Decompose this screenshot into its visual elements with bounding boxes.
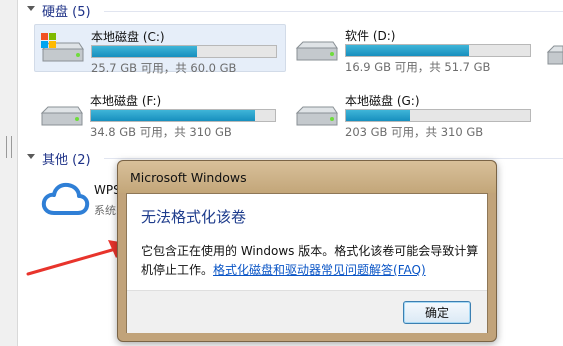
hard-drive-icon	[40, 106, 83, 126]
drive-usage-fill	[91, 110, 255, 121]
group-header-hard-disks[interactable]: 硬盘 (5)	[26, 1, 91, 20]
drive-name: 软件 (D:)	[345, 29, 396, 43]
dialog-message: 它包含正在使用的 Windows 版本。格式化该卷可能会导致计算机停止工作。格式…	[141, 242, 481, 280]
chevron-down-icon[interactable]	[26, 5, 36, 15]
format-error-dialog: Microsoft Windows 无法格式化该卷 它包含正在使用的 Windo…	[117, 160, 497, 342]
hard-drive-icon	[295, 41, 338, 61]
dialog-content: 无法格式化该卷 它包含正在使用的 Windows 版本。格式化该卷可能会导致计算…	[127, 194, 487, 290]
ok-button[interactable]: 确定	[403, 301, 471, 324]
wps-item-sub: 系统	[94, 204, 116, 217]
group-divider	[104, 158, 563, 159]
group-label: 其他 (2)	[42, 152, 91, 168]
wps-cloud-icon	[41, 182, 90, 215]
drive-usage-bar	[91, 45, 277, 58]
group-label: 硬盘 (5)	[42, 4, 91, 20]
hard-drive-icon	[295, 106, 338, 126]
drive-usage-fill	[92, 46, 197, 57]
dialog-titlebar[interactable]: Microsoft Windows	[118, 161, 496, 193]
hard-drive-windows-icon	[41, 33, 84, 62]
group-header-other[interactable]: 其他 (2)	[26, 149, 91, 168]
drive-usage-fill	[346, 110, 411, 121]
drive-name: 本地磁盘 (F:)	[90, 94, 162, 108]
dialog-heading: 无法格式化该卷	[141, 208, 247, 226]
drive-space-info: 25.7 GB 可用，共 60.0 GB	[91, 61, 237, 75]
group-divider	[104, 11, 563, 12]
left-scrollbar[interactable]	[0, 0, 18, 346]
dialog-title: Microsoft Windows	[130, 170, 247, 185]
drive-d[interactable]: 软件 (D:) 16.9 GB 可用，共 51.7 GB	[289, 24, 541, 74]
drive-name: 本地磁盘 (C:)	[91, 30, 165, 44]
drive-usage-bar	[90, 109, 276, 122]
drive-g[interactable]: 本地磁盘 (G:) 203 GB 可用，共 310 GB	[289, 89, 541, 139]
drive-f[interactable]: 本地磁盘 (F:) 34.8 GB 可用，共 310 GB	[34, 89, 286, 139]
drive-c[interactable]: 本地磁盘 (C:) 25.7 GB 可用，共 60.0 GB	[34, 24, 286, 75]
scrollbar-grip[interactable]	[6, 136, 12, 158]
dialog-client: 无法格式化该卷 它包含正在使用的 Windows 版本。格式化该卷可能会导致计算…	[126, 193, 488, 333]
faq-link[interactable]: 格式化磁盘和驱动器常见问题解答(FAQ)	[213, 263, 426, 277]
drive-usage-fill	[346, 45, 470, 56]
chevron-down-icon[interactable]	[26, 153, 36, 163]
drive-space-info: 203 GB 可用，共 310 GB	[345, 125, 484, 139]
drive-space-info: 16.9 GB 可用，共 51.7 GB	[345, 60, 491, 74]
drive-usage-bar	[345, 44, 531, 57]
drive-name: 本地磁盘 (G:)	[345, 94, 420, 108]
hard-drive-icon	[546, 45, 563, 65]
drive-space-info: 34.8 GB 可用，共 310 GB	[90, 125, 232, 139]
dialog-footer: 确定	[127, 290, 487, 333]
drive-usage-bar	[345, 109, 531, 122]
